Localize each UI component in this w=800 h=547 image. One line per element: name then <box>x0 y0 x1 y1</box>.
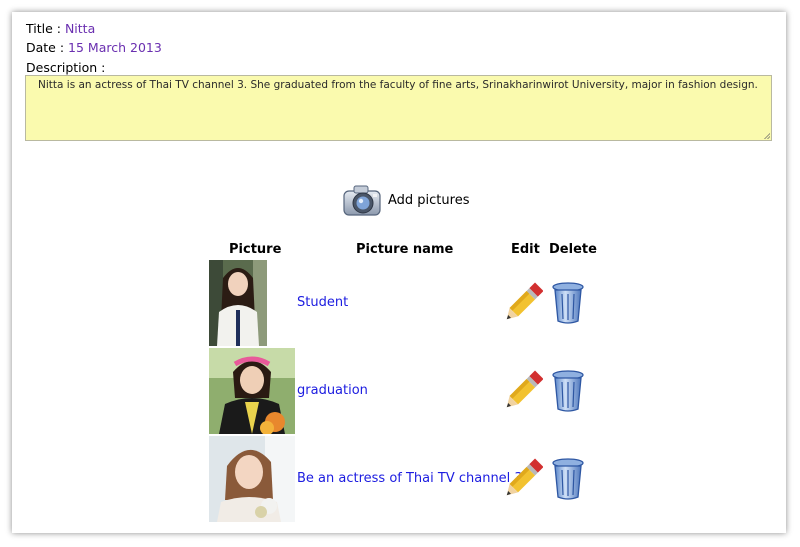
table-row: graduation <box>209 348 599 434</box>
add-pictures-button[interactable]: Add pictures <box>342 183 469 217</box>
table-row: Be an actress of Thai TV channel 3. <box>209 436 599 522</box>
picture-thumbnail <box>209 436 295 522</box>
resize-grip[interactable] <box>764 133 770 139</box>
picture-thumbnail <box>209 348 295 434</box>
date-field: Date : 15 March 2013 <box>26 40 162 55</box>
description-text: Nitta is an actress of Thai TV channel 3… <box>38 79 758 91</box>
add-pictures-label: Add pictures <box>388 192 470 208</box>
header-picture: Picture <box>229 242 282 257</box>
trash-can-icon[interactable] <box>551 457 585 501</box>
trash-can-icon[interactable] <box>551 369 585 413</box>
table-row: Student <box>209 260 599 346</box>
picture-name-link[interactable]: Student <box>297 295 348 310</box>
picture-name-link[interactable]: graduation <box>297 383 368 398</box>
description-textarea[interactable]: Nitta is an actress of Thai TV channel 3… <box>25 75 772 141</box>
date-label: Date : <box>26 40 69 55</box>
date-value: 15 March 2013 <box>68 40 162 55</box>
picture-thumbnail <box>209 260 267 346</box>
header-picture-name: Picture name <box>356 242 454 257</box>
camera-icon <box>343 185 381 216</box>
pencil-icon[interactable] <box>503 370 543 412</box>
header-delete: Delete <box>549 242 597 257</box>
header-edit: Edit <box>511 242 540 257</box>
pencil-icon[interactable] <box>503 282 543 324</box>
title-field: Title : Nitta <box>26 21 95 36</box>
trash-can-icon[interactable] <box>551 281 585 325</box>
title-label: Title : <box>26 21 65 36</box>
picture-name-link[interactable]: Be an actress of Thai TV channel 3. <box>297 471 527 486</box>
pencil-icon[interactable] <box>503 458 543 500</box>
description-label: Description : <box>26 60 106 75</box>
title-value: Nitta <box>64 21 96 36</box>
